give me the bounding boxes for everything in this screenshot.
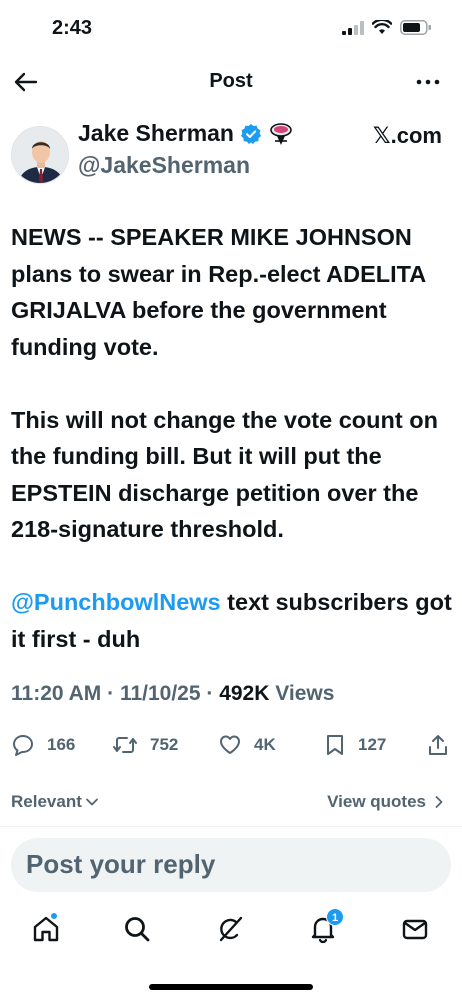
repost-count: 752 [150, 735, 179, 754]
reply-input[interactable]: Post your reply [11, 838, 451, 892]
bookmark-button[interactable]: 127 [324, 733, 386, 757]
search-icon [125, 917, 150, 942]
like-button[interactable]: 4K [218, 733, 276, 757]
reply-count: 166 [47, 735, 76, 754]
status-bar: 2:43 [0, 0, 462, 58]
messages-icon [402, 919, 428, 940]
view-quotes-label: View quotes [327, 792, 426, 811]
tweet-time: 11:20 AM [11, 682, 102, 705]
view-quotes-link[interactable]: View quotes [327, 792, 444, 812]
meta-separator: · [101, 682, 120, 705]
tweet-text: NEWS -- SPEAKER MIKE JOHNSON plans to sw… [11, 219, 457, 657]
reply-icon [13, 735, 33, 756]
avatar-image [12, 127, 68, 183]
reply-placeholder: Post your reply [26, 849, 216, 879]
verified-icon [240, 123, 261, 144]
chevron-right-icon [435, 796, 443, 808]
mention-link[interactable]: @PunchbowlNews [11, 589, 221, 615]
author-name-row: Jake Sherman [78, 120, 294, 147]
tab-notifications[interactable]: 1 [308, 908, 344, 944]
tab-home[interactable] [31, 912, 61, 944]
share-button[interactable] [427, 733, 449, 757]
meta-separator: · [200, 682, 220, 705]
battery-icon [400, 20, 431, 35]
sort-row: Relevant View quotes [0, 790, 462, 816]
bookmark-icon [327, 735, 343, 755]
tab-bar: 1 [0, 900, 462, 960]
share-icon [429, 735, 447, 755]
repost-icon [113, 737, 137, 753]
cellular-signal-icon [342, 20, 364, 35]
tab-grok[interactable] [215, 914, 245, 944]
views-count[interactable]: 492K [219, 682, 269, 705]
status-icons [342, 20, 432, 35]
home-indicator[interactable] [149, 984, 313, 990]
bookmark-count: 127 [358, 735, 387, 754]
wifi-icon [372, 20, 392, 34]
tab-search[interactable] [122, 914, 152, 944]
page-title: Post [209, 70, 253, 92]
repost-button[interactable]: 752 [112, 733, 178, 757]
tweet-meta: 11:20 AM · 11/10/25 · 492K Views [11, 682, 334, 706]
views-label: Views [269, 682, 335, 705]
reply-button[interactable]: 166 [11, 733, 75, 757]
author-handle[interactable]: @JakeSherman [78, 152, 250, 179]
status-time: 2:43 [52, 17, 93, 39]
affiliate-badge-icon [270, 122, 292, 145]
author-name[interactable]: Jake Sherman [78, 120, 234, 147]
tweet-date: 11/10/25 [119, 682, 201, 705]
chevron-down-icon [85, 798, 98, 806]
avatar[interactable] [11, 126, 69, 184]
notifications-badge: 1 [326, 908, 344, 926]
tab-messages[interactable] [400, 914, 430, 944]
tweet-body: NEWS -- SPEAKER MIKE JOHNSON plans to sw… [11, 224, 438, 542]
sort-label: Relevant [11, 792, 82, 811]
like-count: 4K [254, 735, 276, 754]
unread-dot [50, 912, 58, 920]
source-label: 𝕏.com [372, 123, 442, 148]
divider [0, 826, 462, 827]
more-icon[interactable] [414, 68, 442, 96]
action-bar: 166 752 4K 127 [0, 730, 462, 762]
like-icon [220, 735, 240, 754]
sort-dropdown[interactable]: Relevant [11, 792, 99, 812]
nav-bar: Post [0, 58, 462, 106]
author-row: Jake Sherman @JakeSherman 𝕏.com [0, 118, 462, 188]
grok-icon [219, 916, 243, 942]
